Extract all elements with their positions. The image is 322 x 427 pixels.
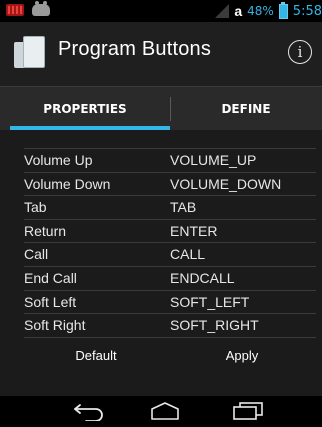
app-icon-front xyxy=(23,36,45,68)
tab-bar: PROPERTIES DEFINE xyxy=(0,86,322,131)
back-icon[interactable] xyxy=(72,401,108,421)
tab-define[interactable]: DEFINE xyxy=(170,87,322,131)
status-bar: a 48% 5:58 xyxy=(0,0,322,22)
button-value: VOLUME_DOWN xyxy=(170,175,282,192)
navigation-bar xyxy=(0,396,322,427)
button-name: Call xyxy=(24,246,49,263)
button-name: End Call xyxy=(24,269,77,286)
button-value: VOLUME_UP xyxy=(170,152,257,168)
button-value: ENTER xyxy=(170,222,218,239)
default-button[interactable]: Default xyxy=(36,342,156,370)
clock: 5:58 xyxy=(292,3,322,19)
list-item[interactable]: Volume Down VOLUME_DOWN xyxy=(24,171,316,196)
page-title: Program Buttons xyxy=(58,38,212,60)
button-name: Soft Left xyxy=(24,293,77,310)
screen: a 48% 5:58 Program Buttons i PROPERTIES … xyxy=(0,0,322,427)
list-item[interactable]: Tab TAB xyxy=(24,195,316,219)
home-icon[interactable] xyxy=(146,401,184,421)
list-item[interactable]: Return ENTER xyxy=(24,218,316,243)
button-name: Volume Up xyxy=(24,152,93,168)
list-item[interactable]: Soft Right SOFT_RIGHT xyxy=(24,313,316,338)
button-name: Tab xyxy=(24,199,47,216)
recent-apps-icon[interactable] xyxy=(228,401,268,421)
battery-percent: 48% xyxy=(247,4,274,18)
notification-icon xyxy=(6,4,24,16)
list-item[interactable]: Call CALL xyxy=(24,242,316,266)
signal-icon xyxy=(215,4,230,18)
button-name: Volume Down xyxy=(24,175,111,192)
action-bar: Program Buttons i xyxy=(0,22,322,86)
info-button[interactable]: i xyxy=(288,40,312,64)
status-right: a 48% 5:58 xyxy=(215,1,322,19)
button-value: CALL xyxy=(170,246,206,263)
button-mapping-list: Volume Up VOLUME_UP Volume Down VOLUME_D… xyxy=(24,148,316,338)
battery-icon xyxy=(278,1,288,19)
button-value: SOFT_RIGHT xyxy=(170,317,259,334)
button-value: TAB xyxy=(170,199,197,216)
app-icon xyxy=(14,36,45,70)
status-left xyxy=(6,1,50,16)
list-item[interactable]: End Call ENDCALL xyxy=(24,265,316,290)
button-name: Soft Right xyxy=(24,317,86,334)
button-name: Return xyxy=(24,222,67,239)
apply-button[interactable]: Apply xyxy=(182,342,302,370)
properties-panel: Volume Up VOLUME_UP Volume Down VOLUME_D… xyxy=(0,130,322,396)
list-item[interactable]: Soft Left SOFT_LEFT xyxy=(24,289,316,314)
android-debug-icon xyxy=(32,1,50,16)
tab-properties[interactable]: PROPERTIES xyxy=(0,87,170,131)
button-value: ENDCALL xyxy=(170,269,235,286)
button-value: SOFT_LEFT xyxy=(170,293,250,310)
list-item[interactable]: Volume Up VOLUME_UP xyxy=(24,148,316,172)
carrier-letter: a xyxy=(234,3,243,19)
